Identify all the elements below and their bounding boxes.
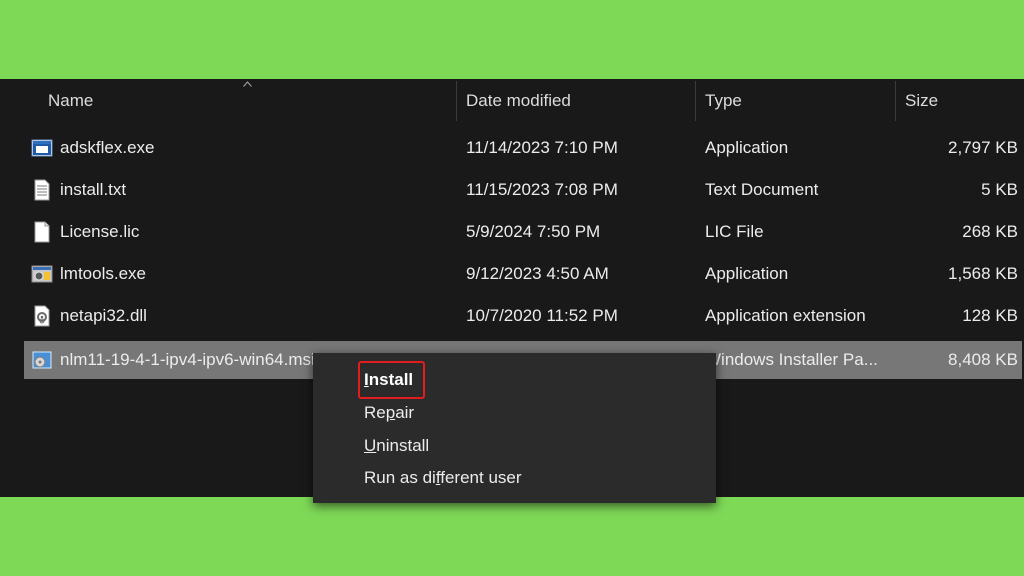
column-header-name[interactable]: Name — [48, 79, 93, 123]
menu-label-part: Run as di — [364, 468, 436, 487]
file-name: install.txt — [60, 180, 127, 199]
file-type: Windows Installer Pa... — [705, 350, 878, 369]
file-type: Application extension — [705, 306, 866, 325]
menu-accelerator-key: p — [385, 403, 396, 422]
file-date: 10/7/2020 11:52 PM — [466, 306, 618, 325]
file-size: 128 KB — [962, 306, 1018, 325]
column-header-size[interactable]: Size — [905, 79, 938, 123]
text-document-icon — [34, 179, 50, 201]
file-row[interactable]: lmtools.exe 9/12/2023 4:50 AM Applicatio… — [24, 255, 1022, 293]
file-type: LIC File — [705, 222, 764, 241]
menu-label-part: nstall — [368, 370, 414, 389]
file-size: 268 KB — [962, 222, 1018, 241]
file-type: Text Document — [705, 180, 819, 199]
context-menu: Install Repair Uninstall Run as differen… — [313, 353, 716, 503]
column-header-type[interactable]: Type — [705, 79, 742, 123]
menu-accelerator-key: U — [364, 436, 377, 455]
lmtools-app-icon — [31, 265, 53, 283]
menu-label-part: air — [395, 403, 415, 422]
file-row[interactable]: License.lic 5/9/2024 7:50 PM LIC File 26… — [24, 213, 1022, 251]
file-size: 2,797 KB — [948, 138, 1018, 157]
column-header-row: Name Date modified Type Size — [0, 79, 1024, 123]
file-name: License.lic — [60, 222, 140, 241]
file-type: Application — [705, 264, 789, 283]
menu-item-run-as-different-user[interactable]: Run as different user — [364, 463, 522, 493]
menu-accelerator-key: I — [364, 370, 369, 389]
file-date: 5/9/2024 7:50 PM — [466, 222, 601, 241]
file-date: 9/12/2023 4:50 AM — [466, 264, 609, 283]
menu-item-repair[interactable]: Repair — [364, 398, 414, 428]
blank-file-icon — [34, 221, 50, 243]
file-row[interactable]: adskflex.exe 11/14/2023 7:10 PM Applicat… — [24, 129, 1022, 167]
file-size: 1,568 KB — [948, 264, 1018, 283]
file-row[interactable]: install.txt 11/15/2023 7:08 PM Text Docu… — [24, 171, 1022, 209]
dll-gear-file-icon — [34, 305, 50, 327]
column-divider[interactable] — [895, 81, 896, 121]
menu-item-uninstall[interactable]: Uninstall — [364, 431, 429, 461]
file-name: lmtools.exe — [60, 264, 146, 283]
menu-item-install[interactable]: Install — [357, 361, 426, 399]
file-row[interactable]: netapi32.dll 10/7/2020 11:52 PM Applicat… — [24, 297, 1022, 335]
sort-ascending-icon — [243, 81, 252, 87]
menu-label-part: Re — [364, 403, 386, 422]
file-size: 8,408 KB — [948, 350, 1018, 369]
file-name: netapi32.dll — [60, 306, 147, 325]
column-header-date-modified[interactable]: Date modified — [466, 79, 571, 123]
menu-label-part: ferent user — [440, 468, 522, 487]
file-date: 11/15/2023 7:08 PM — [466, 180, 618, 199]
column-divider[interactable] — [456, 81, 457, 121]
file-date: 11/14/2023 7:10 PM — [466, 138, 618, 157]
windows-installer-icon — [32, 351, 52, 369]
file-size: 5 KB — [981, 180, 1018, 199]
file-name: adskflex.exe — [60, 138, 155, 157]
column-divider[interactable] — [695, 81, 696, 121]
menu-label-part: ninstall — [376, 436, 430, 455]
application-window-icon — [31, 139, 53, 157]
file-type: Application — [705, 138, 789, 157]
